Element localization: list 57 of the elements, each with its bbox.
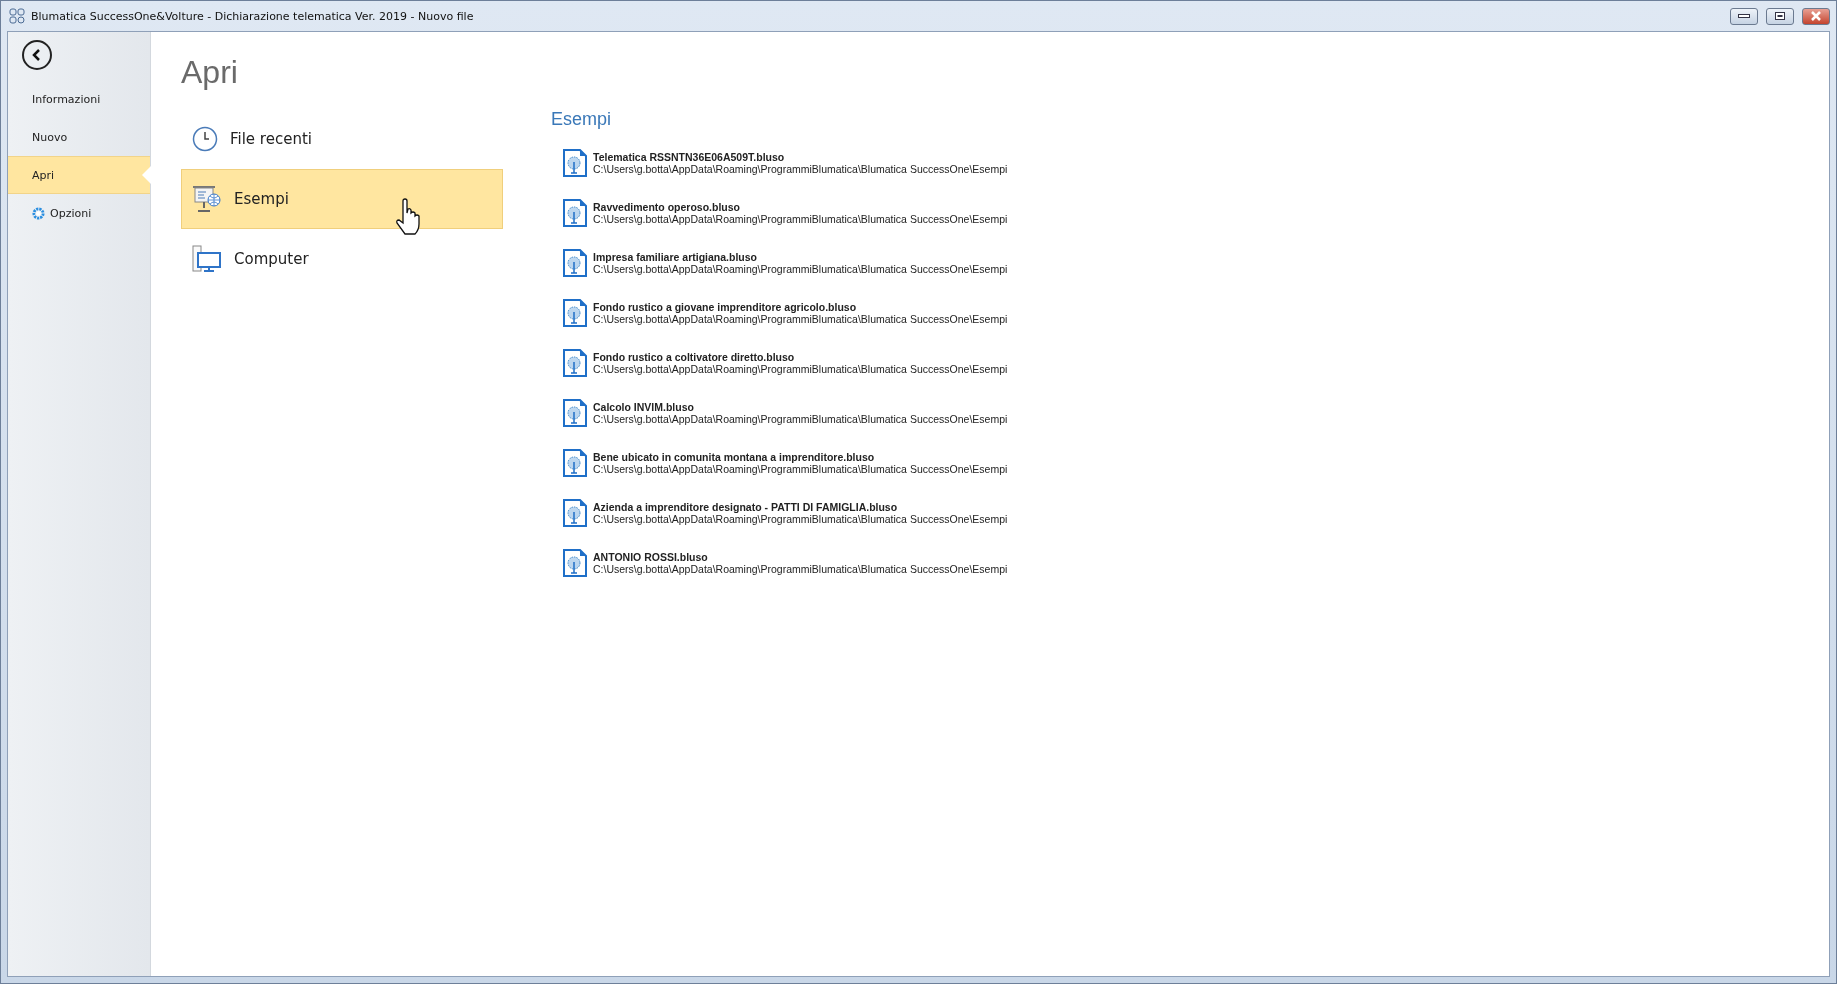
- file-path: C:\Users\g.botta\AppData\Roaming\ProgrammiBlumatica\Blumatica SuccessOne\Esempi: [593, 263, 1008, 275]
- file-path: C:\Users\g.botta\AppData\Roaming\ProgrammiBlumatica\Blumatica SuccessOne\Esempi: [593, 463, 1008, 475]
- file-path: C:\Users\g.botta\AppData\Roaming\ProgrammiBlumatica\Blumatica SuccessOne\Esempi: [593, 213, 1008, 225]
- computer-icon: [192, 245, 222, 273]
- file-path: C:\Users\g.botta\AppData\Roaming\ProgrammiBlumatica\Blumatica SuccessOne\Esempi: [593, 363, 1008, 375]
- location-option[interactable]: File recenti: [181, 109, 503, 169]
- app-logo-icon: [9, 8, 25, 24]
- file-item[interactable]: ANTONIO ROSSI.bluso C:\Users\g.botta\AppData\Roaming\ProgrammiBlumatica\Blumatica SuccessOne\Esempi: [551, 538, 1008, 588]
- file-item[interactable]: Bene ubicato in comunita montana a imprenditore.bluso C:\Users\g.botta\AppData\Roaming\ProgrammiBlumatica\Blumatica SuccessOne\Esempi: [551, 438, 1008, 488]
- document-tree-icon: [563, 199, 587, 227]
- document-tree-icon: [563, 149, 587, 177]
- panel-title: Esempi: [551, 109, 613, 130]
- sidebar-item[interactable]: Opzioni: [8, 194, 150, 232]
- file-name: ANTONIO ROSSI.bluso: [593, 551, 709, 563]
- file-name: Ravvedimento operoso.bluso: [593, 201, 742, 213]
- close-button[interactable]: [1802, 7, 1830, 25]
- file-path: C:\Users\g.botta\AppData\Roaming\ProgrammiBlumatica\Blumatica SuccessOne\Esempi: [593, 313, 1008, 325]
- file-name: Bene ubicato in comunita montana a imprenditore.bluso: [593, 451, 876, 463]
- file-item[interactable]: Azienda a imprenditore designato - PATTI DI FAMIGLIA.bluso C:\Users\g.botta\AppData\Roaming\ProgrammiBlumatica\Blumatica SuccessOne\Esempi: [551, 488, 1008, 538]
- file-item[interactable]: Ravvedimento operoso.bluso C:\Users\g.botta\AppData\Roaming\ProgrammiBlumatica\Blumatica SuccessOne\Esempi: [551, 188, 1008, 238]
- page-title: Apri: [181, 54, 239, 91]
- file-path: C:\Users\g.botta\AppData\Roaming\ProgrammiBlumatica\Blumatica SuccessOne\Esempi: [593, 163, 1008, 175]
- file-path: C:\Users\g.botta\AppData\Roaming\ProgrammiBlumatica\Blumatica SuccessOne\Esempi: [593, 563, 1008, 575]
- file-path: C:\Users\g.botta\AppData\Roaming\ProgrammiBlumatica\Blumatica SuccessOne\Esempi: [593, 513, 1008, 525]
- back-button[interactable]: [22, 40, 52, 70]
- location-option[interactable]: Computer: [181, 229, 503, 289]
- file-item[interactable]: Calcolo INVIM.bluso C:\Users\g.botta\AppData\Roaming\ProgrammiBlumatica\Blumatica SuccessOne\Esempi: [551, 388, 1008, 438]
- file-item[interactable]: Impresa familiare artigiana.bluso C:\Users\g.botta\AppData\Roaming\ProgrammiBlumatica\Blumatica SuccessOne\Esempi: [551, 238, 1008, 288]
- sidebar-item[interactable]: Nuovo: [8, 118, 150, 156]
- file-item[interactable]: Fondo rustico a coltivatore diretto.bluso C:\Users\g.botta\AppData\Roaming\ProgrammiBlumatica\Blumatica SuccessOne\Esempi: [551, 338, 1008, 388]
- document-tree-icon: [563, 549, 587, 577]
- sidebar-item[interactable]: Informazioni: [8, 80, 150, 118]
- document-tree-icon: [563, 499, 587, 527]
- minimize-icon: [1738, 14, 1750, 18]
- document-tree-icon: [563, 399, 587, 427]
- document-tree-icon: [563, 249, 587, 277]
- document-tree-icon: [563, 349, 587, 377]
- restore-icon: [1775, 12, 1785, 20]
- minimize-button[interactable]: [1730, 7, 1758, 25]
- window-title: Blumatica SuccessOne&Volture - Dichiarazione telematica Ver. 2019 - Nuovo file: [31, 9, 474, 23]
- file-name: Fondo rustico a giovane imprenditore agricolo.bluso: [593, 301, 858, 313]
- file-name: Calcolo INVIM.bluso: [593, 401, 695, 413]
- file-path: C:\Users\g.botta\AppData\Roaming\ProgrammiBlumatica\Blumatica SuccessOne\Esempi: [593, 413, 1008, 425]
- file-item[interactable]: Fondo rustico a giovane imprenditore agricolo.bluso C:\Users\g.botta\AppData\Roaming\ProgrammiBlumatica\Blumatica SuccessOne\Esempi: [551, 288, 1008, 338]
- sidebar-item[interactable]: Apri: [8, 156, 150, 194]
- file-name: Fondo rustico a coltivatore diretto.bluso: [593, 351, 796, 363]
- gear-icon: [32, 206, 45, 220]
- clock-icon: [192, 126, 218, 152]
- document-tree-icon: [563, 449, 587, 477]
- document-tree-icon: [563, 299, 587, 327]
- maximize-button[interactable]: [1766, 7, 1794, 25]
- close-icon: [1810, 11, 1822, 21]
- file-name: Azienda a imprenditore designato - PATTI DI FAMIGLIA.bluso: [593, 501, 899, 513]
- file-name: Impresa familiare artigiana.bluso: [593, 251, 758, 263]
- presentation-globe-icon: [192, 185, 222, 213]
- file-item[interactable]: Telematica RSSNTN36E06A509T.bluso C:\Users\g.botta\AppData\Roaming\ProgrammiBlumatica\Blumatica SuccessOne\Esempi: [551, 138, 1008, 188]
- file-name: Telematica RSSNTN36E06A509T.bluso: [593, 151, 786, 163]
